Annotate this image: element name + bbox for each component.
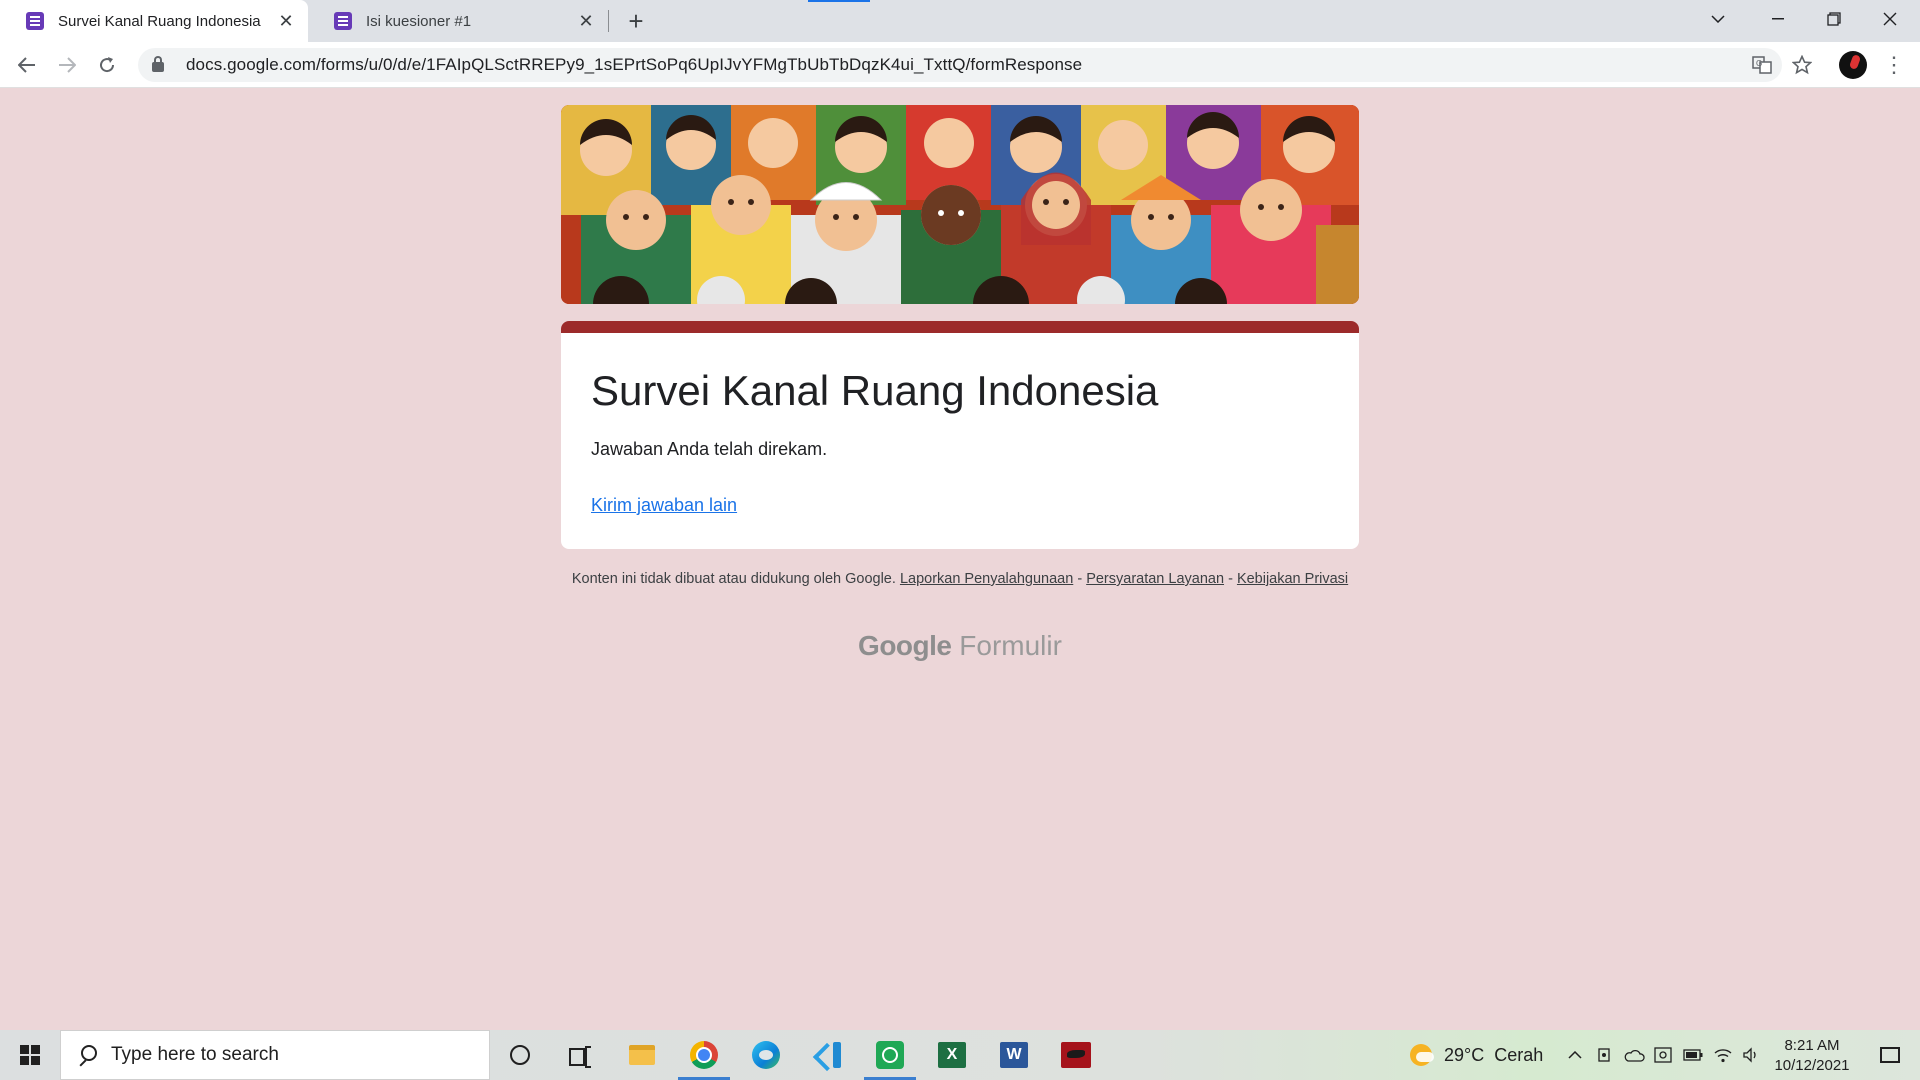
separator: - bbox=[1228, 571, 1233, 587]
cortana-icon[interactable] bbox=[490, 1030, 550, 1080]
restore-button[interactable] bbox=[1806, 0, 1862, 38]
separator: - bbox=[1077, 571, 1083, 587]
volume-icon[interactable] bbox=[1738, 1030, 1764, 1080]
translate-icon[interactable]: G bbox=[1747, 50, 1777, 80]
tab-title: Survei Kanal Ruang Indonesia bbox=[58, 12, 261, 30]
tab-kuesioner[interactable]: Isi kuesioner #1 ✕ bbox=[308, 0, 608, 42]
brand-google: Google bbox=[858, 630, 952, 661]
form-header-image bbox=[561, 105, 1359, 304]
windows-update-icon[interactable] bbox=[1650, 1030, 1676, 1080]
kebab-menu-icon[interactable]: ⋮ bbox=[1880, 50, 1908, 80]
wifi-icon[interactable] bbox=[1710, 1030, 1736, 1080]
tab-strip: Survei Kanal Ruang Indonesia ✕ Isi kuesi… bbox=[0, 0, 1920, 42]
word-icon[interactable]: W bbox=[984, 1030, 1044, 1080]
lock-icon[interactable] bbox=[152, 56, 164, 72]
excel-icon[interactable]: X bbox=[922, 1030, 982, 1080]
address-bar[interactable]: docs.google.com/forms/u/0/d/e/1FAIpQLSct… bbox=[138, 48, 1782, 82]
new-tab-button[interactable]: + bbox=[622, 8, 650, 36]
arrow-left-icon[interactable] bbox=[12, 50, 42, 80]
submit-another-link[interactable]: Kirim jawaban lain bbox=[591, 495, 737, 516]
search-icon bbox=[77, 1045, 97, 1065]
system-clock[interactable]: 8:21 AM 10/12/2021 bbox=[1766, 1036, 1858, 1076]
notification-icon[interactable] bbox=[1866, 1030, 1914, 1080]
file-explorer-icon[interactable] bbox=[612, 1030, 672, 1080]
taskbar: Type here to search X W 29°C Cerah 8:21 … bbox=[0, 1030, 1920, 1080]
people-illustration bbox=[561, 105, 1359, 304]
tab-survei[interactable]: Survei Kanal Ruang Indonesia ✕ bbox=[0, 0, 308, 42]
battery-icon[interactable] bbox=[1680, 1030, 1706, 1080]
brand-product: Formulir bbox=[959, 630, 1062, 661]
google-forms-logo[interactable]: Google Formulir bbox=[561, 630, 1359, 662]
disclaimer-text: Konten ini tidak dibuat atau didukung ol… bbox=[571, 571, 896, 587]
close-window-button[interactable] bbox=[1862, 0, 1918, 38]
search-placeholder: Type here to search bbox=[111, 1044, 279, 1065]
weather-desc: Cerah bbox=[1494, 1044, 1544, 1065]
weather-widget[interactable]: 29°C Cerah bbox=[1410, 1030, 1543, 1080]
whatsapp-icon[interactable] bbox=[860, 1030, 920, 1080]
confirmation-message: Jawaban Anda telah direkam. bbox=[591, 439, 828, 459]
clock-time: 8:21 AM bbox=[1784, 1037, 1840, 1054]
onedrive-icon[interactable] bbox=[1620, 1030, 1648, 1080]
tab-search-button[interactable] bbox=[1690, 0, 1746, 38]
start-button[interactable] bbox=[0, 1030, 60, 1080]
edge-icon[interactable] bbox=[736, 1030, 796, 1080]
task-view-icon[interactable] bbox=[550, 1030, 610, 1080]
minimize-button[interactable] bbox=[1750, 0, 1806, 38]
url-text[interactable]: docs.google.com/forms/u/0/d/e/1FAIpQLSct… bbox=[186, 55, 1082, 75]
vscode-icon[interactable] bbox=[798, 1030, 858, 1080]
loading-indicator bbox=[808, 0, 870, 2]
reload-icon[interactable] bbox=[92, 50, 122, 80]
taskbar-search[interactable]: Type here to search bbox=[60, 1030, 490, 1080]
terms-link[interactable]: Persyaratan Layanan bbox=[1086, 571, 1224, 587]
weather-temp: 29°C bbox=[1444, 1044, 1485, 1065]
chevron-up-icon[interactable] bbox=[1562, 1030, 1588, 1080]
svg-text:G: G bbox=[1756, 59, 1762, 68]
google-forms-icon bbox=[334, 12, 352, 30]
form-title: Survei Kanal Ruang Indonesia bbox=[591, 367, 1159, 414]
tab-title: Isi kuesioner #1 bbox=[366, 12, 472, 30]
close-icon[interactable]: ✕ bbox=[576, 11, 596, 31]
browser-toolbar: docs.google.com/forms/u/0/d/e/1FAIpQLSct… bbox=[0, 42, 1920, 88]
windows-icon bbox=[20, 1045, 40, 1065]
footer-disclaimer: Konten ini tidak dibuat atau didukung ol… bbox=[561, 570, 1359, 588]
app-icon[interactable] bbox=[1046, 1030, 1106, 1080]
arrow-right-icon[interactable] bbox=[52, 50, 82, 80]
privacy-link[interactable]: Kebijakan Privasi bbox=[1237, 571, 1348, 587]
tab-divider bbox=[608, 10, 609, 32]
meet-icon[interactable] bbox=[1592, 1030, 1618, 1080]
clock-date: 10/12/2021 bbox=[1774, 1057, 1850, 1074]
star-icon[interactable] bbox=[1787, 50, 1817, 80]
confirmation-card: Survei Kanal Ruang Indonesia Jawaban And… bbox=[561, 321, 1359, 549]
chrome-icon[interactable] bbox=[674, 1030, 734, 1080]
close-icon[interactable]: ✕ bbox=[276, 11, 296, 31]
card-accent-bar bbox=[561, 321, 1359, 333]
weather-icon bbox=[1410, 1044, 1434, 1066]
avatar[interactable] bbox=[1839, 51, 1867, 79]
google-forms-icon bbox=[26, 12, 44, 30]
report-abuse-link[interactable]: Laporkan Penyalahgunaan bbox=[900, 571, 1073, 587]
